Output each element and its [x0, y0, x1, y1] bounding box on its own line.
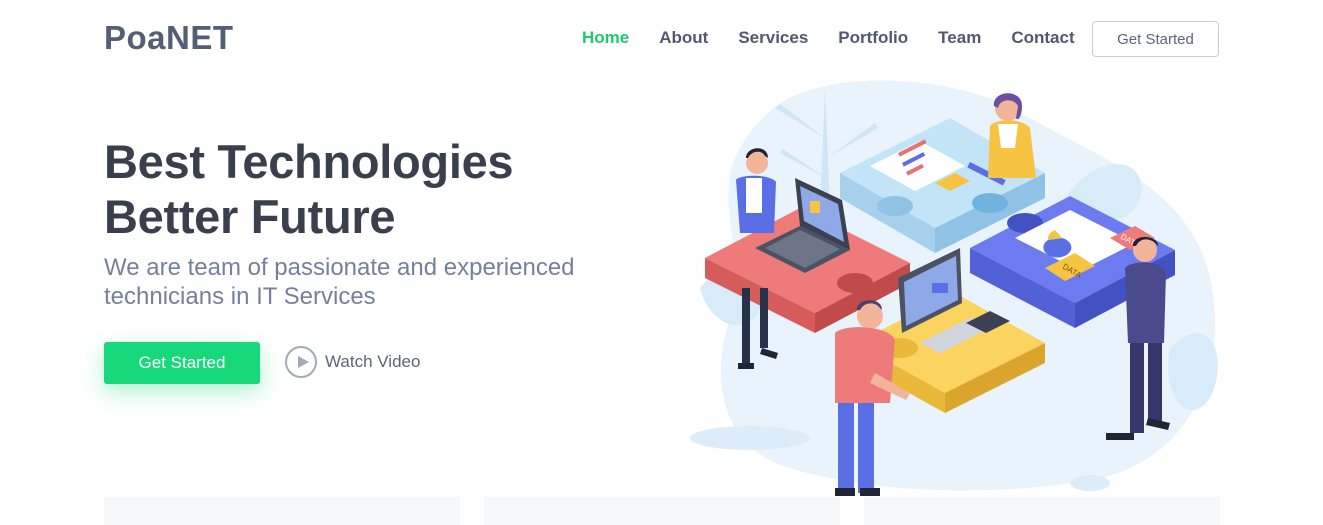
nav-item-portfolio[interactable]: Portfolio	[838, 28, 908, 48]
header-get-started-button[interactable]: Get Started	[1092, 21, 1219, 57]
play-icon[interactable]	[285, 346, 317, 378]
hero-illustration: DATA DATA	[690, 80, 1218, 496]
site-header: PoaNET Home About Services Portfolio Tea…	[0, 0, 1323, 78]
site-logo[interactable]: PoaNET	[104, 19, 234, 57]
person-top	[988, 93, 1036, 178]
feature-card-2	[484, 497, 840, 525]
watch-video-label: Watch Video	[325, 352, 421, 371]
main-nav: Home About Services Portfolio Team Conta…	[582, 28, 1105, 48]
nav-item-about[interactable]: About	[659, 28, 708, 48]
hero-subtitle: We are team of passionate and experience…	[104, 254, 575, 310]
nav-item-team[interactable]: Team	[938, 28, 981, 48]
hero-title-line2: Better Future	[104, 190, 396, 243]
hero-title: Best Technologies Better Future	[104, 134, 514, 244]
feature-card-3	[864, 497, 1220, 525]
nav-item-services[interactable]: Services	[738, 28, 808, 48]
hero-get-started-button[interactable]: Get Started	[104, 342, 260, 384]
watch-video-link[interactable]: Watch Video	[285, 346, 420, 378]
nav-item-home[interactable]: Home	[582, 28, 629, 48]
feature-card-1	[104, 497, 460, 525]
nav-item-contact[interactable]: Contact	[1011, 28, 1074, 48]
hero-title-line1: Best Technologies	[104, 135, 514, 188]
